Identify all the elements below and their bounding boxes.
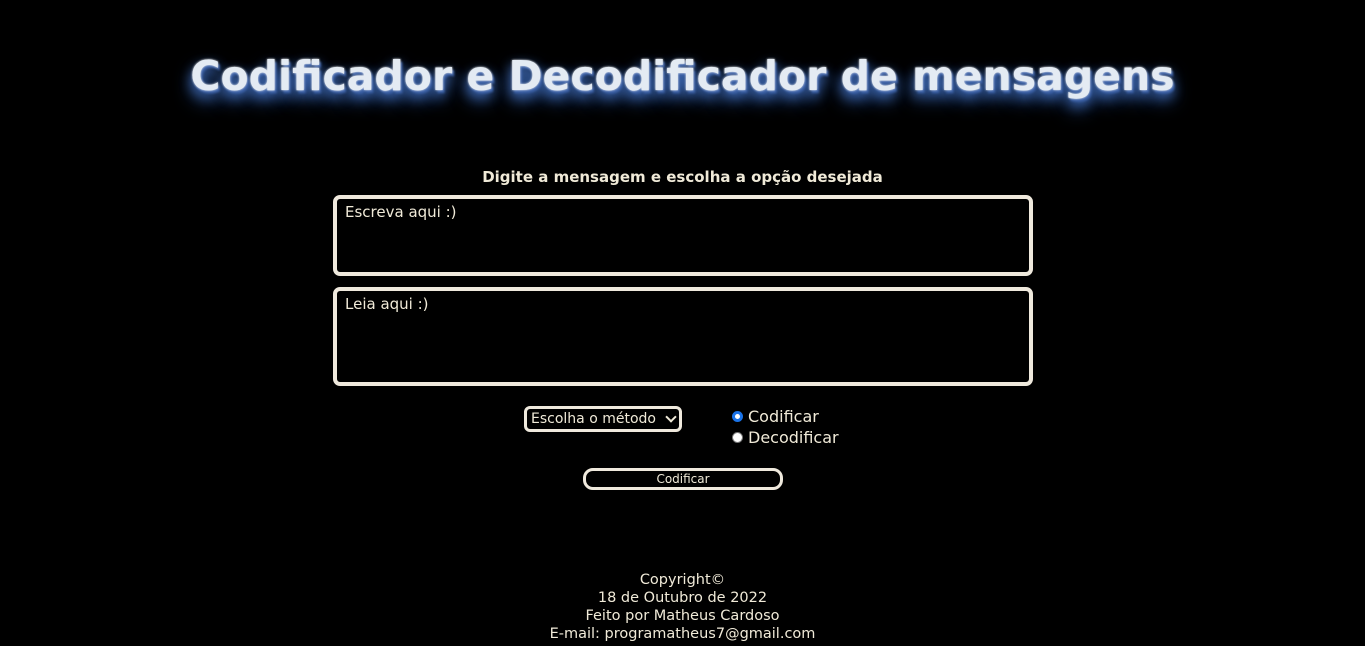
footer-date: 18 de Outubro de 2022	[597, 590, 768, 606]
page-title: Codificador e Decodificador de mensagens	[190, 52, 1175, 100]
radio-label-codificar: Codificar	[748, 407, 819, 426]
radio-option-decodificar[interactable]: Decodificar	[732, 428, 839, 447]
footer-author: Feito por Matheus Cardoso	[585, 608, 780, 624]
message-output[interactable]	[333, 287, 1033, 386]
footer-copyright: Copyright©	[639, 572, 726, 588]
method-select-value: Escolha o método	[531, 411, 656, 427]
chevron-down-icon	[665, 411, 677, 423]
footer: Copyright© 18 de Outubro de 2022 Feito p…	[0, 571, 1365, 643]
footer-email: E-mail: programatheus7@gmail.com	[549, 626, 816, 642]
codificar-button[interactable]: Codificar	[583, 468, 783, 490]
message-input[interactable]	[333, 195, 1033, 276]
page: Codificador e Decodificador de mensagens…	[0, 0, 1365, 646]
instruction-text: Digite a mensagem e escolha a opção dese…	[482, 168, 883, 186]
radio-label-decodificar: Decodificar	[748, 428, 839, 447]
method-select[interactable]: Escolha o método	[524, 406, 682, 432]
radio-button-codificar[interactable]	[732, 411, 743, 422]
radio-option-codificar[interactable]: Codificar	[732, 407, 819, 426]
radio-button-decodificar[interactable]	[732, 432, 743, 443]
